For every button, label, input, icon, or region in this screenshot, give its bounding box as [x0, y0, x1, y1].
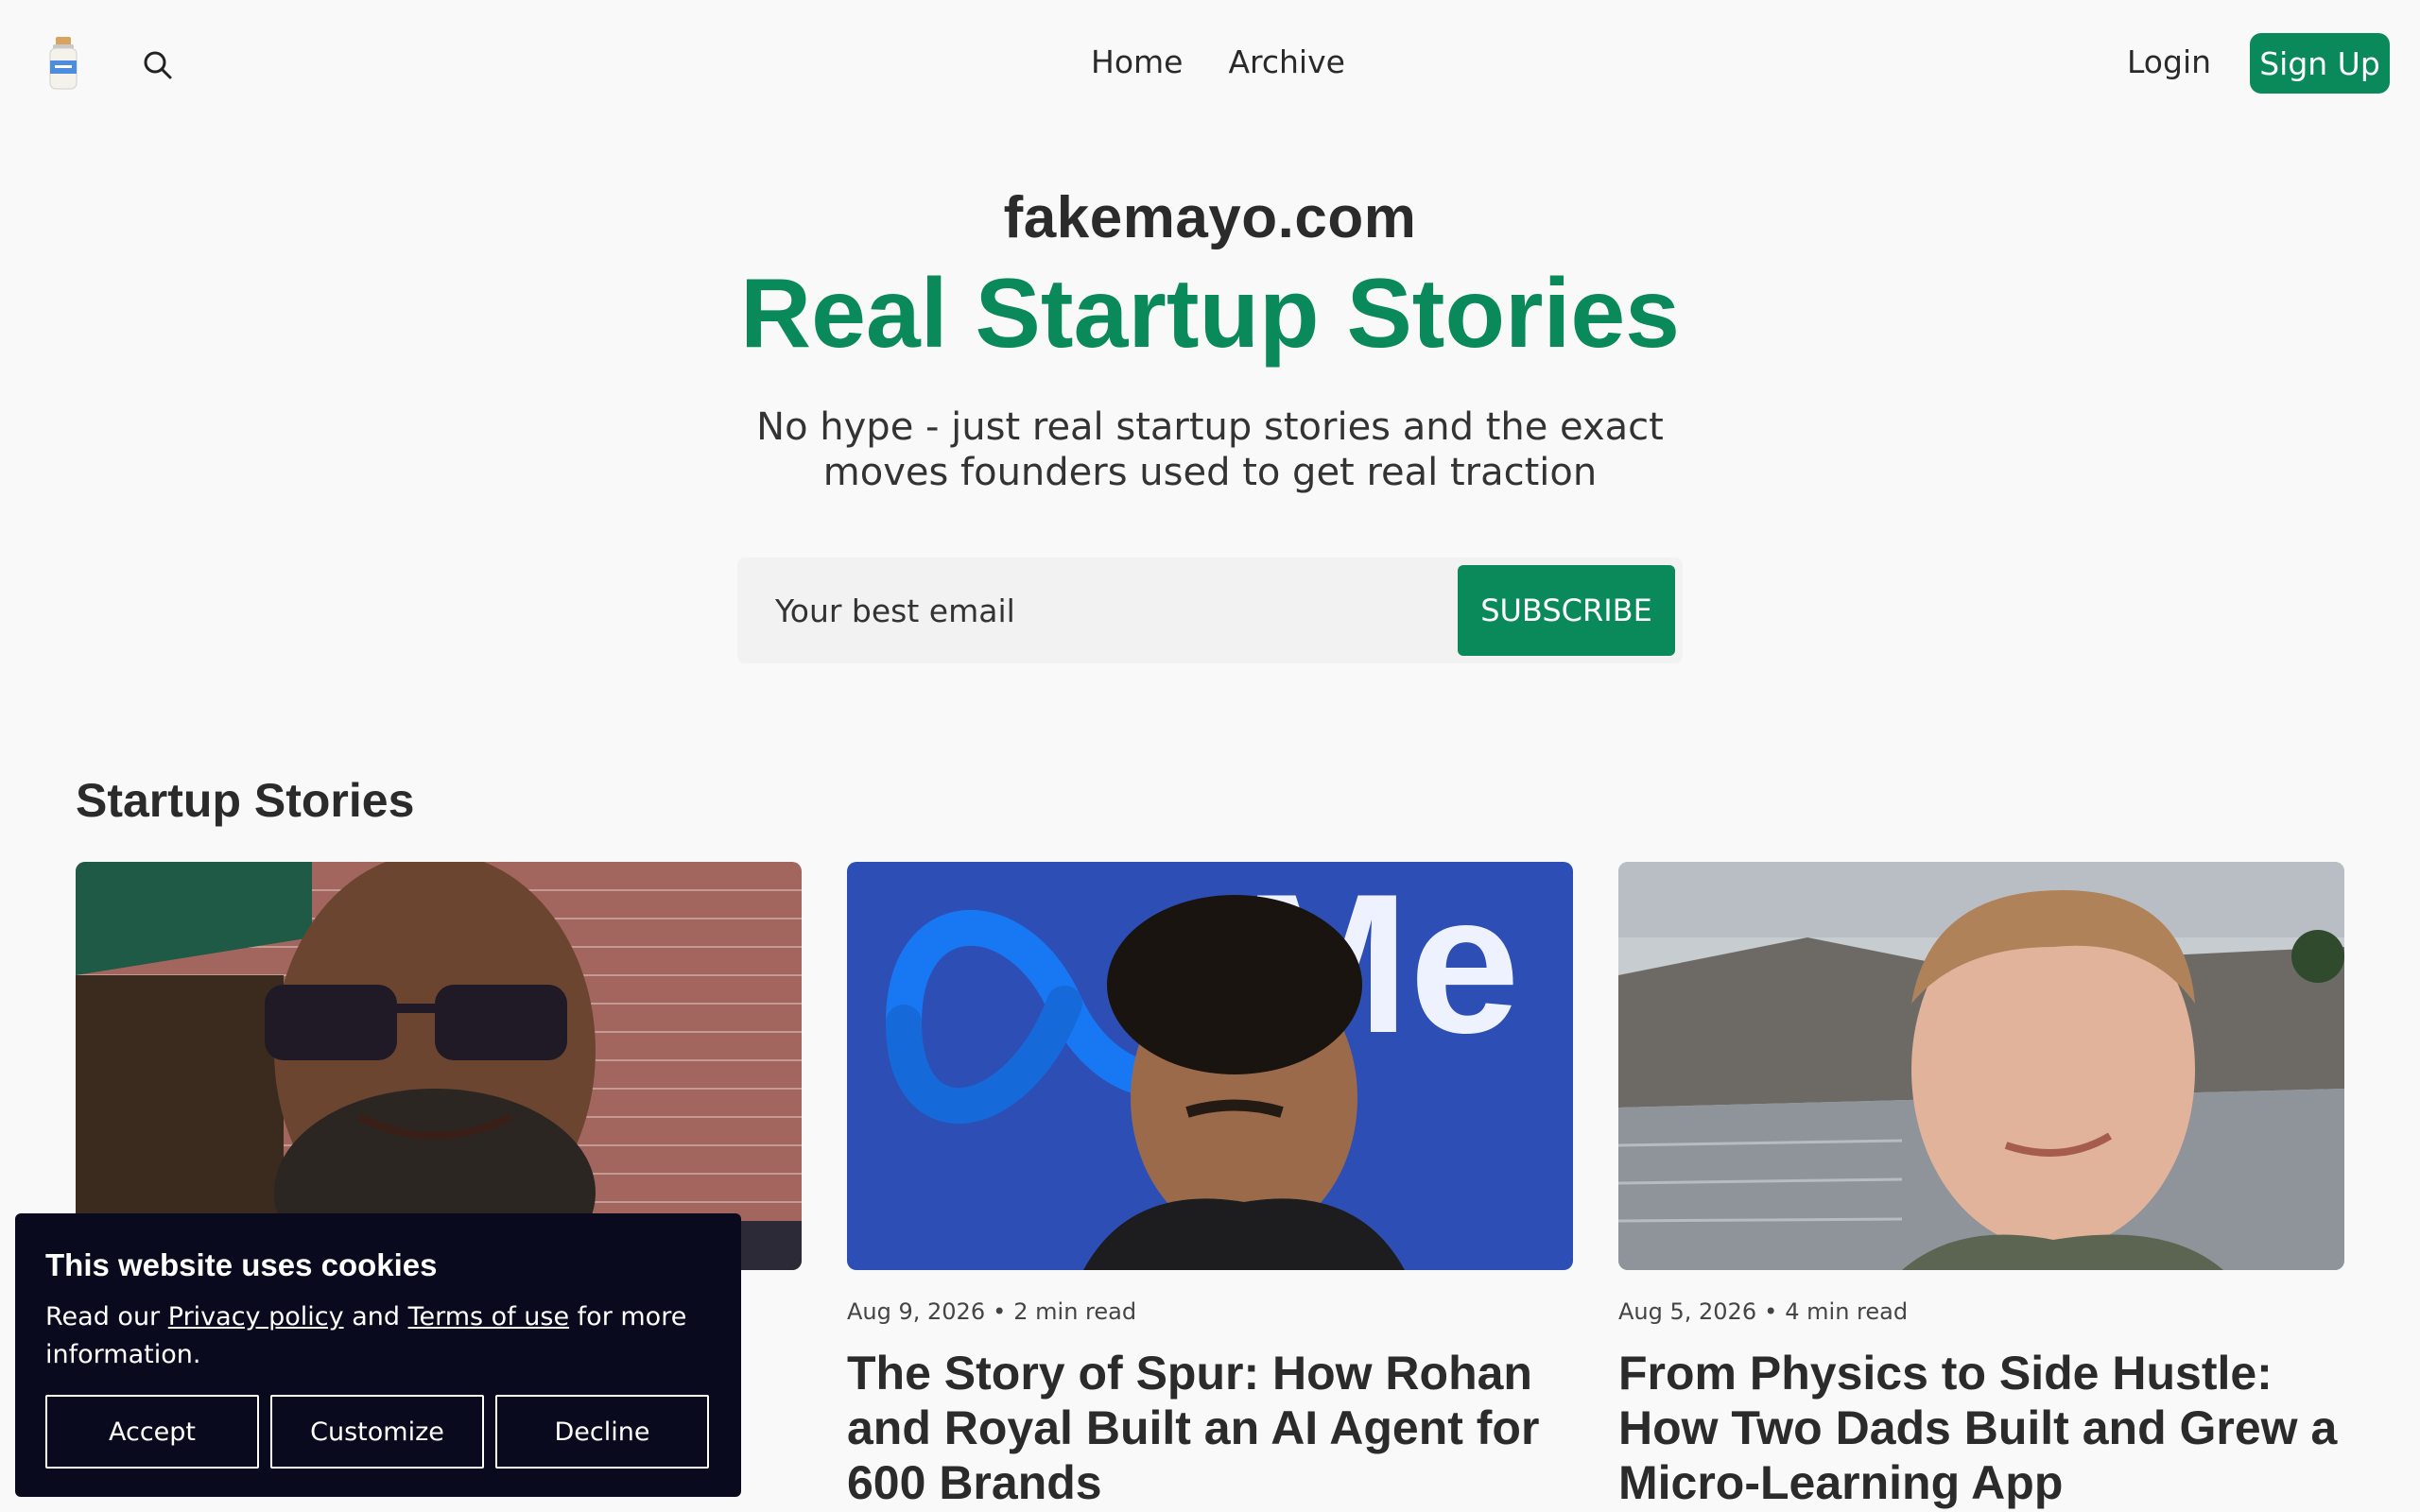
story-read-time: 2 min read — [1013, 1298, 1137, 1325]
subscribe-button[interactable]: SUBSCRIBE — [1458, 565, 1675, 656]
terms-of-use-link[interactable]: Terms of use — [408, 1302, 570, 1332]
hero-subtitle: No hype - just real startup stories and … — [756, 405, 1664, 494]
meta-separator: • — [1764, 1298, 1778, 1325]
privacy-policy-link[interactable]: Privacy policy — [168, 1302, 344, 1332]
story-meta: Aug 9, 2026 • 2 min read — [847, 1298, 1573, 1325]
main-nav: Home Archive — [1091, 43, 1345, 80]
story-title[interactable]: The Story of Spur: How Rohan and Royal B… — [847, 1346, 1573, 1510]
story-thumbnail[interactable] — [1618, 862, 2344, 1270]
sign-up-button[interactable]: Sign Up — [2250, 33, 2390, 94]
story-date: Aug 9, 2026 — [847, 1298, 986, 1325]
story-title[interactable]: From Physics to Side Hustle: How Two Dad… — [1618, 1346, 2344, 1510]
story-thumbnail[interactable]: Me — [847, 862, 1573, 1270]
cookie-accept-button[interactable]: Accept — [45, 1395, 259, 1469]
newsletter-form: SUBSCRIBE — [737, 558, 1683, 663]
cookie-text-before: Read our — [45, 1302, 161, 1332]
section-title: Startup Stories — [76, 774, 415, 827]
story-thumbnail[interactable] — [76, 862, 802, 1270]
cookie-customize-button[interactable]: Customize — [270, 1395, 484, 1469]
nav-home-link[interactable]: Home — [1091, 43, 1183, 80]
mayo-jar-logo-icon[interactable] — [45, 36, 81, 91]
story-meta: Aug 5, 2026 • 4 min read — [1618, 1298, 2344, 1325]
top-navigation-bar: Home Archive Login Sign Up — [0, 0, 2420, 129]
cookie-banner: This website uses cookies Read our Priva… — [15, 1213, 741, 1497]
story-card[interactable]: Aug 5, 2026 • 4 min read From Physics to S… — [1618, 862, 2344, 1510]
story-date: Aug 5, 2026 — [1618, 1298, 1757, 1325]
hero-tagline: Real Startup Stories — [739, 259, 1681, 369]
cookie-text-and: and — [352, 1302, 400, 1332]
meta-separator: • — [993, 1298, 1007, 1325]
cookie-title: This website uses cookies — [45, 1247, 438, 1282]
hero-section: fakemayo.com Real Startup Stories No hyp… — [0, 189, 2420, 495]
email-input[interactable] — [737, 558, 1456, 663]
site-name: fakemayo.com — [1003, 185, 1417, 250]
search-icon[interactable] — [142, 49, 174, 81]
cookie-decline-button[interactable]: Decline — [495, 1395, 709, 1469]
story-card[interactable]: Me Aug 9, 2026 • 2 min read The Story of S… — [847, 862, 1573, 1510]
nav-archive-link[interactable]: Archive — [1228, 43, 1344, 80]
login-link[interactable]: Login — [2127, 43, 2211, 80]
story-read-time: 4 min read — [1785, 1298, 1909, 1325]
cookie-actions: Accept Customize Decline — [45, 1395, 709, 1469]
cookie-text: Read our Privacy policy and Terms of use… — [45, 1298, 711, 1374]
